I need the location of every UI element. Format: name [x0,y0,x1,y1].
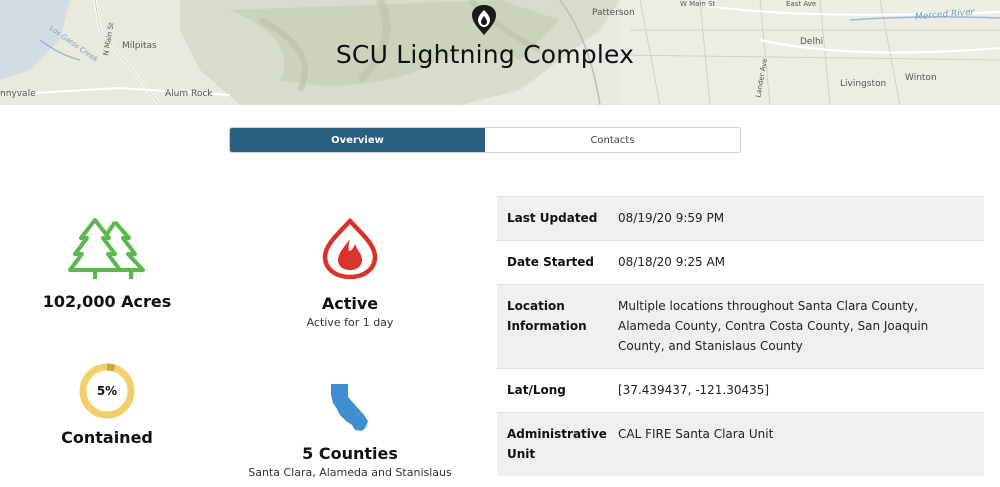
stat-containment: 5% Contained [57,362,157,447]
counties-list: Santa Clara, Alameda and Stanislaus [248,466,452,479]
fire-icon [322,218,378,280]
california-icon [331,384,368,431]
map-label-livingston: Livingston [840,79,887,89]
map-label-w-main: W Main St [680,0,716,8]
stat-status: Active Active for 1 day [260,218,440,329]
fire-location-pin-icon [472,5,496,35]
acres-value: 102,000 Acres [42,292,172,311]
info-row-date-started: Date Started 08/18/20 9:25 AM [497,240,984,284]
tab-overview[interactable]: Overview [230,128,485,152]
info-value: [37.439437, -121.30435] [618,383,770,397]
map-label-winton: Winton [905,73,937,83]
map-label-alum-rock: Alum Rock [165,89,213,99]
tab-bar: Overview Contacts [229,127,741,153]
containment-percent: 5% [96,384,118,398]
info-key: Location Information [507,299,587,333]
info-row-lat-long: Lat/Long [37.439437, -121.30435] [497,368,984,412]
containment-donut: 5% [78,362,136,420]
tab-contacts[interactable]: Contacts [485,128,740,152]
info-value: 08/19/20 9:59 PM [618,211,725,225]
info-key: Administrative Unit [507,427,607,461]
status-value: Active [321,294,379,313]
info-key: Last Updated [507,211,598,225]
info-row-last-updated: Last Updated 08/19/20 9:59 PM [497,196,984,240]
trees-icon [68,218,145,279]
map-label-patterson: Patterson [592,8,635,18]
stat-acres: 102,000 Acres [42,216,172,311]
info-value: CAL FIRE Santa Clara Unit [618,427,774,441]
containment-label: Contained [61,428,153,447]
map-header: Milpitas Alum Rock nnyvale Patterson W M… [0,0,1000,105]
map-label-east-ave: East Ave [786,0,817,8]
info-row-location: Location Information Multiple locations … [497,284,984,368]
status-duration: Active for 1 day [306,316,394,329]
info-key: Lat/Long [507,383,566,397]
stat-counties: 5 Counties Santa Clara, Alameda and Stan… [240,383,460,479]
map-label-sunnyvale: nnyvale [0,89,36,99]
counties-value: 5 Counties [302,444,398,463]
info-key: Date Started [507,255,594,269]
info-value: Multiple locations throughout Santa Clar… [618,299,929,353]
info-value: 08/18/20 9:25 AM [618,255,726,269]
info-row-admin-unit: Administrative Unit CAL FIRE Santa Clara… [497,412,984,476]
incident-info-table: Last Updated 08/19/20 9:59 PM Date Start… [497,196,984,476]
page-title: SCU Lightning Complex [335,40,635,69]
